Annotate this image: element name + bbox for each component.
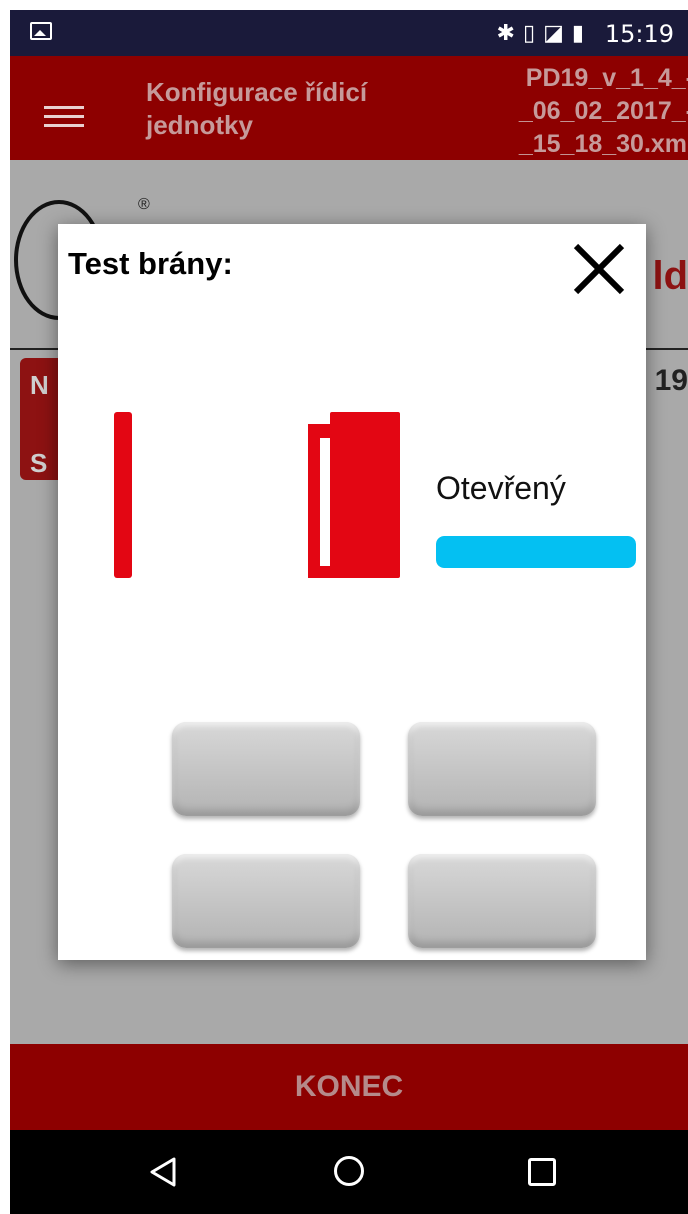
- no-sim-icon: ◪: [543, 20, 572, 45]
- gate-test-dialog: Test brány: Otevřený: [58, 224, 646, 960]
- control-button-4[interactable]: [408, 854, 596, 948]
- gate-post-icon: [114, 412, 132, 578]
- navigation-bar: [10, 1130, 688, 1214]
- control-button-2[interactable]: [408, 722, 596, 816]
- bluetooth-icon: ✱: [496, 20, 523, 45]
- vibrate-icon: ▯: [522, 20, 544, 45]
- home-icon[interactable]: [334, 1156, 364, 1186]
- background-heading-fragment: ld: [652, 254, 688, 298]
- background-label-na: N: [30, 370, 49, 400]
- gate-progress-fill: [436, 536, 636, 568]
- config-file-name: PD19_v_1_4_- _06_02_2017_- _15_18_30.xml: [518, 64, 688, 158]
- app-bar: Konfigurace řídicí jednotky PD19_v_1_4_-…: [10, 56, 688, 160]
- registered-mark: ®: [138, 196, 150, 213]
- dialog-title: Test brány:: [68, 246, 233, 281]
- control-button-3[interactable]: [172, 854, 360, 948]
- battery-icon: ▮: [571, 20, 592, 45]
- status-icons: ✱▯◪▮: [497, 20, 592, 46]
- status-time: 15:19: [604, 20, 674, 48]
- image-icon: [30, 22, 52, 40]
- gate-door-icon: [308, 412, 400, 578]
- recent-apps-icon[interactable]: [528, 1158, 556, 1186]
- gate-status-label: Otevřený: [436, 470, 566, 506]
- background-number: 19: [654, 364, 688, 397]
- close-icon[interactable]: [570, 240, 628, 298]
- app-title: Konfigurace řídicí jednotky: [146, 77, 368, 140]
- bottom-bar: KONEC: [10, 1044, 688, 1130]
- gate-progress-bar: [436, 536, 636, 568]
- back-icon[interactable]: [148, 1156, 178, 1188]
- konec-button[interactable]: KONEC: [10, 1070, 688, 1104]
- control-button-1[interactable]: [172, 722, 360, 816]
- background-label-s: S: [30, 448, 48, 478]
- phone-screen: ✱▯◪▮ 15:19 Konfigurace řídicí jednotky P…: [10, 10, 688, 1214]
- menu-icon[interactable]: [44, 106, 84, 128]
- status-bar: ✱▯◪▮ 15:19: [10, 10, 688, 56]
